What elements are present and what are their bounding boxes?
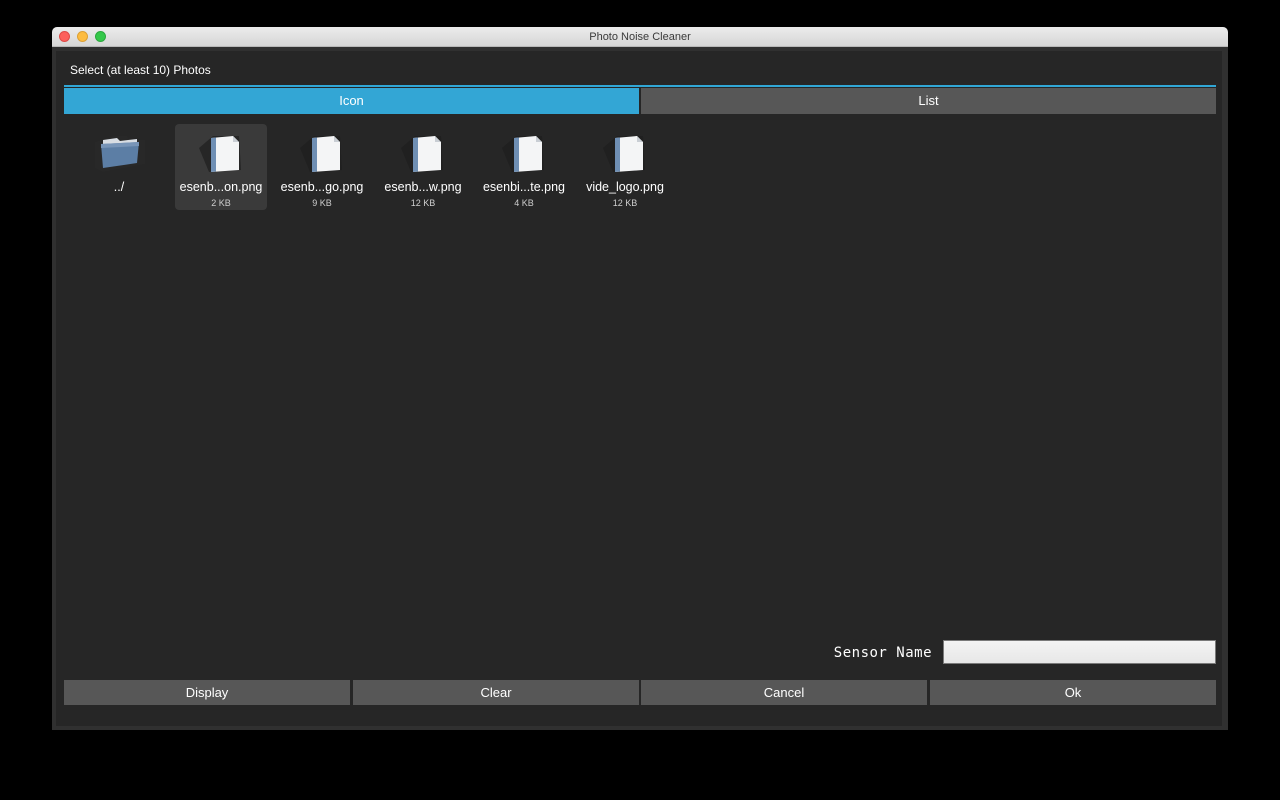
maximize-window-button[interactable] [95,31,106,42]
cancel-button[interactable]: Cancel [641,680,927,705]
file-icon [401,136,443,172]
file-name: esenbi...te.png [482,180,565,194]
file-size: 9 KB [312,198,332,208]
file-item-parent-folder[interactable]: ../ [73,124,165,210]
file-item[interactable]: esenb...w.png 12 KB [377,124,469,210]
title-bar[interactable]: Photo Noise Cleaner [52,27,1228,47]
file-grid: ../ esenb...on.png 2 KB esenb...go.png 9… [64,119,1216,619]
sensor-name-label: Sensor Name [833,645,932,661]
title-separator [64,85,1216,87]
display-button[interactable]: Display [64,680,350,705]
file-name: esenb...go.png [280,180,364,194]
file-item[interactable]: esenbi...te.png 4 KB [478,124,570,210]
file-size: 4 KB [514,198,534,208]
sensor-name-input[interactable] [943,640,1216,664]
file-name: esenb...on.png [179,180,263,194]
folder-icon [95,136,145,172]
file-icon [603,136,645,172]
window-title: Photo Noise Cleaner [589,31,691,43]
ok-button[interactable]: Ok [930,680,1216,705]
file-item[interactable]: esenb...on.png 2 KB [175,124,267,210]
file-icon [199,136,241,172]
dialog-title: Select (at least 10) Photos [70,63,211,77]
file-name: ../ [113,180,125,194]
close-window-button[interactable] [59,31,70,42]
file-size: 2 KB [211,198,231,208]
file-icon [300,136,342,172]
file-size: 12 KB [612,198,638,208]
file-item[interactable]: esenb...go.png 9 KB [276,124,368,210]
tab-list-view[interactable]: List [641,88,1216,114]
file-name: vide_logo.png [586,180,664,194]
app-window: Photo Noise Cleaner Select (at least 10)… [52,27,1228,730]
clear-button[interactable]: Clear [353,680,639,705]
file-item[interactable]: vide_logo.png 12 KB [579,124,671,210]
minimize-window-button[interactable] [77,31,88,42]
file-chooser-dialog: Select (at least 10) Photos Icon List ..… [56,51,1222,726]
file-size: 12 KB [410,198,436,208]
file-icon [502,136,544,172]
file-name: esenb...w.png [384,180,462,194]
tab-icon-view[interactable]: Icon [64,88,639,114]
